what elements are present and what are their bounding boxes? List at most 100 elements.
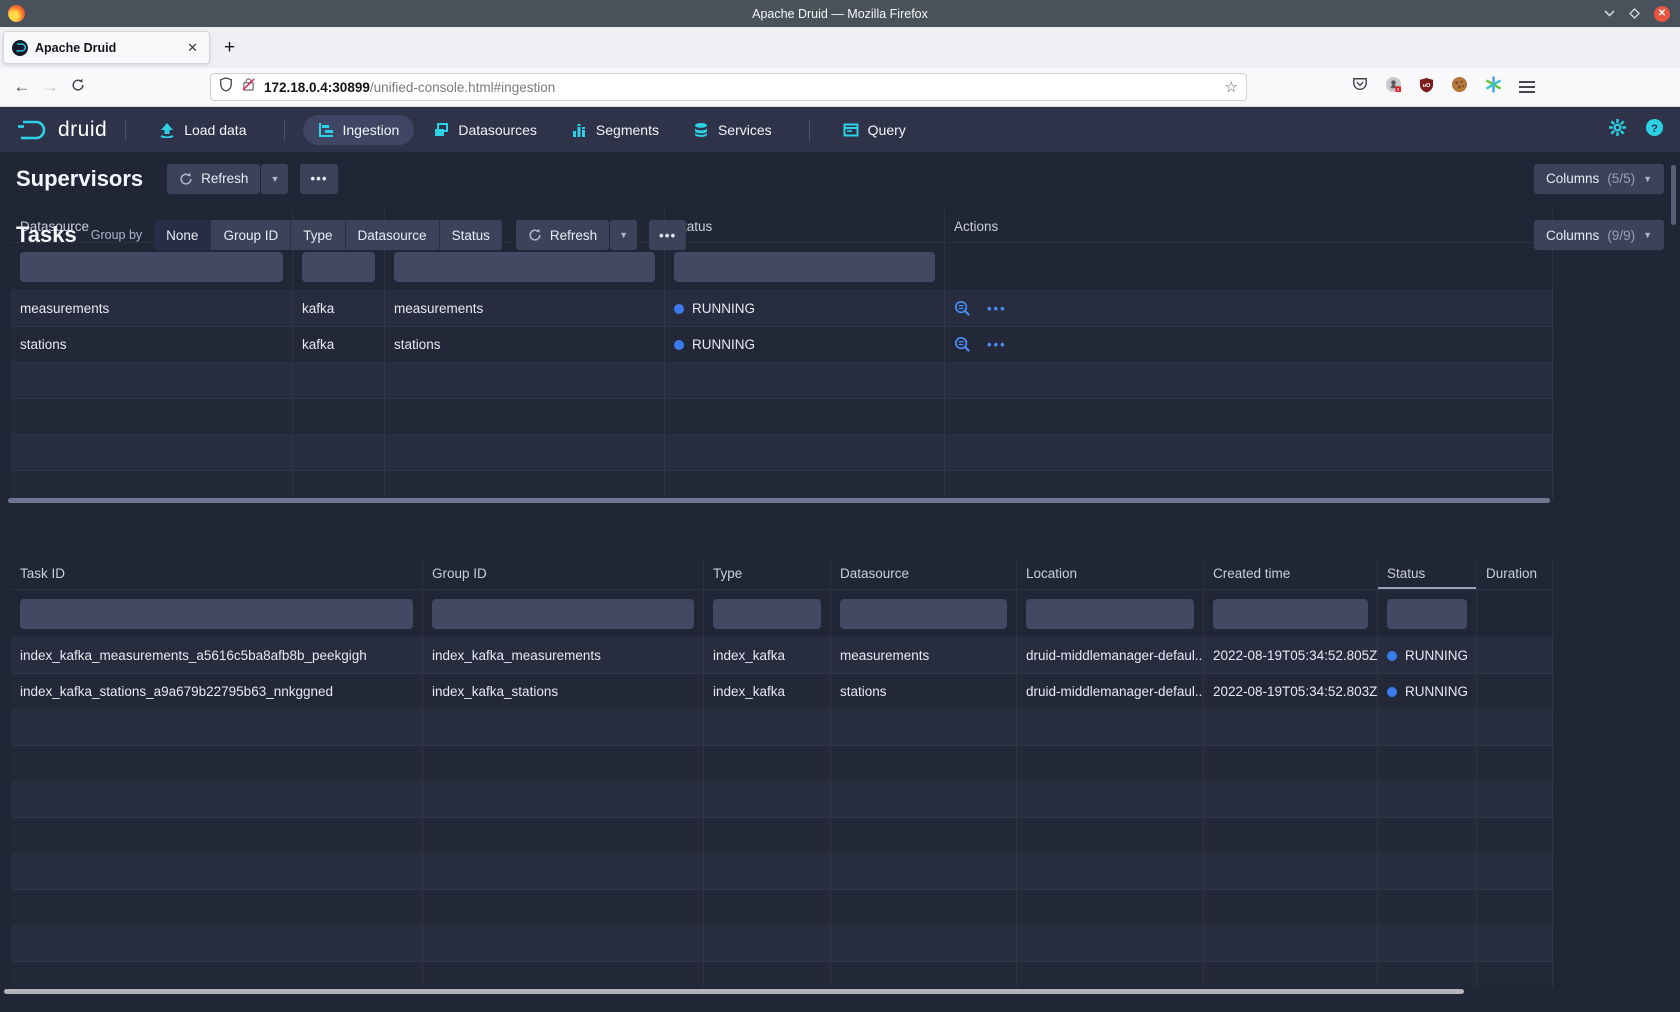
col-header-duration[interactable]: Duration (1477, 557, 1553, 590)
tasks-refresh-button[interactable]: Refresh (516, 220, 609, 250)
reload-button[interactable] (64, 77, 92, 97)
tracking-shield-icon[interactable] (219, 77, 233, 97)
nav-label: Ingestion (343, 122, 400, 138)
asterisk-extension-icon[interactable] (1485, 76, 1502, 98)
task-datasource: measurements (831, 638, 1017, 674)
columns-count: (5/5) (1607, 171, 1635, 186)
forward-button: → (36, 77, 64, 97)
row-more-icon[interactable]: ••• (987, 337, 1007, 352)
tasks-title: Tasks (16, 222, 77, 248)
url-bar[interactable]: 172.18.0.4:30899/unified-console.html#in… (210, 73, 1247, 101)
tasks-refresh-dropdown[interactable]: ▼ (610, 220, 637, 250)
pocket-icon[interactable] (1352, 77, 1368, 97)
group-by-type-button[interactable]: Type (291, 220, 345, 250)
supervisors-header: Supervisors Refresh ▼ ••• Columns (5/5) … (0, 152, 1680, 205)
group-by-status-button[interactable]: Status (440, 220, 502, 250)
filter-created-time-input[interactable] (1213, 599, 1368, 629)
back-button[interactable]: ← (8, 77, 36, 97)
group-by-datasource-button[interactable]: Datasource (346, 220, 440, 250)
nav-item-datasources[interactable]: Datasources (418, 115, 552, 145)
status-dot (674, 304, 684, 314)
tasks-more-button[interactable]: ••• (649, 220, 686, 250)
supervisors-more-button[interactable]: ••• (300, 164, 337, 194)
refresh-icon (528, 228, 542, 242)
inspect-magnifier-icon[interactable] (954, 300, 971, 317)
supervisors-refresh-button[interactable]: Refresh (167, 164, 260, 194)
bookmark-star-icon[interactable]: ☆ (1225, 78, 1238, 96)
filter-group-id-input[interactable] (432, 599, 694, 629)
status-dot (674, 340, 684, 350)
druid-logo-icon (16, 118, 50, 142)
col-header-task-id[interactable]: Task ID (11, 557, 423, 590)
browser-tab-apache-druid[interactable]: Apache Druid ✕ (3, 31, 210, 64)
druid-navbar: druid Load data Ingestion Datasources Se… (0, 107, 1680, 152)
task-id: index_kafka_stations_a9a679b22795b63_nnk… (11, 674, 423, 710)
supervisor-row: measurements kafka measurements RUNNING … (11, 291, 1553, 327)
supervisor-status: RUNNING (665, 291, 945, 327)
group-by-group-id-button[interactable]: Group ID (211, 220, 291, 250)
status-dot (1387, 687, 1397, 697)
insecure-lock-icon[interactable] (242, 77, 255, 97)
empty-row (11, 926, 1553, 962)
filter-task-id-input[interactable] (20, 599, 413, 629)
supervisor-datasource: stations (11, 327, 293, 363)
menu-hamburger-icon[interactable] (1519, 78, 1535, 96)
row-more-icon[interactable]: ••• (987, 301, 1007, 316)
privacy-extension-icon[interactable]: x (1385, 76, 1402, 98)
tasks-table: Task ID Group ID Type Datasource Locatio… (11, 557, 1553, 987)
nav-item-load-data[interactable]: Load data (144, 115, 261, 145)
close-window-icon[interactable]: ✕ (1654, 6, 1670, 22)
supervisor-topic: stations (385, 327, 665, 363)
task-row: index_kafka_stations_a9a679b22795b63_nnk… (11, 674, 1553, 710)
col-header-created-time[interactable]: Created time (1204, 557, 1378, 590)
datasources-icon (433, 122, 449, 138)
caret-down-icon: ▼ (1643, 230, 1652, 240)
supervisor-type: kafka (293, 327, 385, 363)
col-header-status[interactable]: Status (1378, 557, 1477, 590)
supervisors-refresh-dropdown[interactable]: ▼ (261, 164, 288, 194)
inspect-magnifier-icon[interactable] (954, 336, 971, 353)
nav-divider (125, 119, 126, 141)
new-tab-button[interactable]: + (224, 37, 235, 59)
supervisors-horizontal-scrollbar[interactable] (8, 498, 1550, 503)
svg-text:?: ? (1651, 122, 1658, 134)
settings-gear-icon[interactable] (1608, 118, 1627, 142)
task-type: index_kafka (704, 674, 831, 710)
help-icon[interactable]: ? (1645, 118, 1664, 142)
empty-row (11, 435, 1553, 471)
tab-close-icon[interactable]: ✕ (184, 40, 201, 56)
col-header-datasource[interactable]: Datasource (831, 557, 1017, 590)
tasks-header: Tasks Group by None Group ID Type Dataso… (0, 211, 1680, 259)
supervisors-columns-button[interactable]: Columns (5/5) ▼ (1534, 164, 1664, 194)
filter-datasource-input[interactable] (840, 599, 1007, 629)
col-header-group-id[interactable]: Group ID (423, 557, 704, 590)
cookie-extension-icon[interactable] (1451, 76, 1468, 98)
status-text: RUNNING (1405, 684, 1468, 699)
task-group-id: index_kafka_stations (423, 674, 704, 710)
nav-item-services[interactable]: Services (678, 115, 787, 145)
url-host: 172.18.0.4:30899 (264, 80, 370, 95)
empty-row (11, 710, 1553, 746)
tasks-horizontal-scrollbar[interactable] (4, 989, 1464, 994)
maximize-diamond-icon[interactable] (1629, 8, 1640, 19)
empty-row (11, 854, 1553, 890)
brand-name: druid (58, 118, 107, 142)
druid-logo[interactable]: druid (16, 118, 107, 142)
nav-item-query[interactable]: Query (828, 115, 921, 145)
tasks-columns-button[interactable]: Columns (9/9) ▼ (1534, 220, 1664, 250)
filter-status-input[interactable] (1387, 599, 1467, 629)
group-by-none-button[interactable]: None (154, 220, 211, 250)
ublock-icon[interactable]: uO (1419, 77, 1434, 98)
filter-type-input[interactable] (713, 599, 821, 629)
col-header-type[interactable]: Type (704, 557, 831, 590)
chevron-down-icon[interactable] (1604, 10, 1615, 17)
url-text: 172.18.0.4:30899/unified-console.html#in… (264, 80, 555, 95)
task-duration (1477, 638, 1553, 674)
filter-location-input[interactable] (1026, 599, 1194, 629)
tasks-filter-row (11, 590, 1553, 638)
svg-text:uO: uO (1423, 82, 1431, 88)
tasks-header-row: Task ID Group ID Type Datasource Locatio… (11, 557, 1553, 590)
nav-item-segments[interactable]: Segments (556, 115, 674, 145)
col-header-location[interactable]: Location (1017, 557, 1204, 590)
nav-item-ingestion[interactable]: Ingestion (303, 115, 415, 145)
